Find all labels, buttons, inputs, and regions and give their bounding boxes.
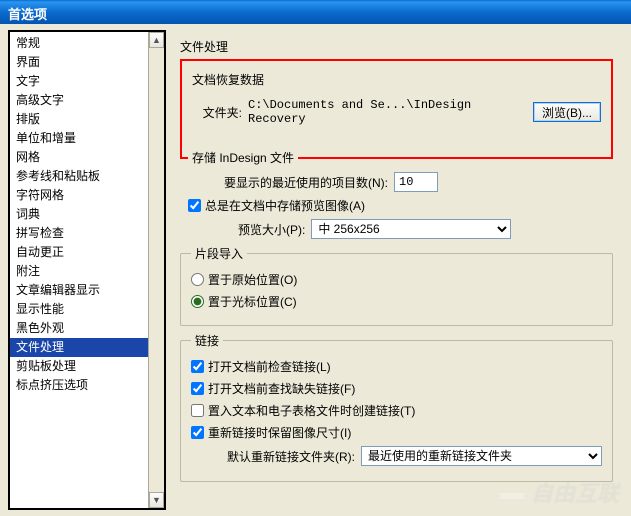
- recent-count-label: 要显示的最近使用的项目数(N):: [224, 174, 394, 191]
- sidebar-item[interactable]: 附注: [10, 262, 148, 281]
- sidebar-item[interactable]: 黑色外观: [10, 319, 148, 338]
- window-titlebar: 首选项: [0, 0, 631, 24]
- relink-folder-label: 默认重新链接文件夹(R):: [227, 448, 361, 465]
- sidebar-item[interactable]: 界面: [10, 53, 148, 72]
- browse-button[interactable]: 浏览(B)...: [533, 102, 601, 122]
- sidebar-item[interactable]: 词典: [10, 205, 148, 224]
- scroll-up-icon[interactable]: ▲: [149, 32, 164, 48]
- content-panel: 文件处理 文档恢复数据 文件夹: C:\Documents and Se...\…: [166, 30, 623, 510]
- window-title: 首选项: [8, 7, 47, 22]
- relink-folder-select[interactable]: 最近使用的重新链接文件夹: [361, 446, 602, 466]
- page-title: 文件处理: [180, 38, 613, 55]
- sidebar-item[interactable]: 网格: [10, 148, 148, 167]
- snippet-cursor-radio[interactable]: [191, 295, 204, 308]
- preserve-size-label: 重新链接时保留图像尺寸(I): [208, 424, 351, 441]
- sidebar-item[interactable]: 字符网格: [10, 186, 148, 205]
- sidebar-item[interactable]: 排版: [10, 110, 148, 129]
- preview-size-select[interactable]: 中 256x256: [311, 219, 511, 239]
- sidebar-item[interactable]: 文章编辑器显示: [10, 281, 148, 300]
- store-legend: 存储 InDesign 文件: [188, 149, 298, 166]
- preview-size-label: 预览大小(P):: [238, 221, 311, 238]
- links-fieldset: 链接 打开文档前检查链接(L) 打开文档前查找缺失链接(F) 置入文本和电子表格…: [180, 340, 613, 482]
- create-links-label: 置入文本和电子表格文件时创建链接(T): [208, 402, 415, 419]
- sidebar-item[interactable]: 显示性能: [10, 300, 148, 319]
- sidebar-item[interactable]: 常规: [10, 34, 148, 53]
- snippet-original-label: 置于原始位置(O): [208, 271, 297, 288]
- snippet-legend: 片段导入: [191, 245, 247, 262]
- sidebar: 常规界面文字高级文字排版单位和增量网格参考线和粘贴板字符网格词典拼写检查自动更正…: [8, 30, 166, 510]
- recovery-legend: 文档恢复数据: [192, 73, 264, 87]
- recovery-box: 文档恢复数据 文件夹: C:\Documents and Se...\InDes…: [180, 59, 613, 159]
- sidebar-item[interactable]: 单位和增量: [10, 129, 148, 148]
- snippet-cursor-label: 置于光标位置(C): [208, 293, 297, 310]
- links-legend: 链接: [191, 332, 223, 349]
- sidebar-item[interactable]: 参考线和粘贴板: [10, 167, 148, 186]
- sidebar-item[interactable]: 剪贴板处理: [10, 357, 148, 376]
- watermark-icon: [497, 483, 527, 507]
- check-links-label: 打开文档前检查链接(L): [208, 358, 331, 375]
- check-links-checkbox[interactable]: [191, 360, 204, 373]
- find-missing-label: 打开文档前查找缺失链接(F): [208, 380, 355, 397]
- always-preview-checkbox[interactable]: [188, 199, 201, 212]
- preserve-size-checkbox[interactable]: [191, 426, 204, 439]
- snippet-original-radio[interactable]: [191, 273, 204, 286]
- snippet-fieldset: 片段导入 置于原始位置(O) 置于光标位置(C): [180, 253, 613, 326]
- scroll-down-icon[interactable]: ▼: [149, 492, 164, 508]
- sidebar-item[interactable]: 自动更正: [10, 243, 148, 262]
- always-preview-label: 总是在文档中存储预览图像(A): [205, 197, 365, 214]
- find-missing-checkbox[interactable]: [191, 382, 204, 395]
- sidebar-item[interactable]: 标点挤压选项: [10, 376, 148, 395]
- create-links-checkbox[interactable]: [191, 404, 204, 417]
- sidebar-item[interactable]: 拼写检查: [10, 224, 148, 243]
- sidebar-item[interactable]: 高级文字: [10, 91, 148, 110]
- folder-label: 文件夹:: [192, 104, 248, 121]
- recent-count-input[interactable]: [394, 172, 438, 192]
- sidebar-item[interactable]: 文件处理: [10, 338, 148, 357]
- sidebar-item[interactable]: 文字: [10, 72, 148, 91]
- recovery-path: C:\Documents and Se...\InDesign Recovery: [248, 98, 533, 126]
- sidebar-scrollbar[interactable]: ▲ ▼: [148, 32, 164, 508]
